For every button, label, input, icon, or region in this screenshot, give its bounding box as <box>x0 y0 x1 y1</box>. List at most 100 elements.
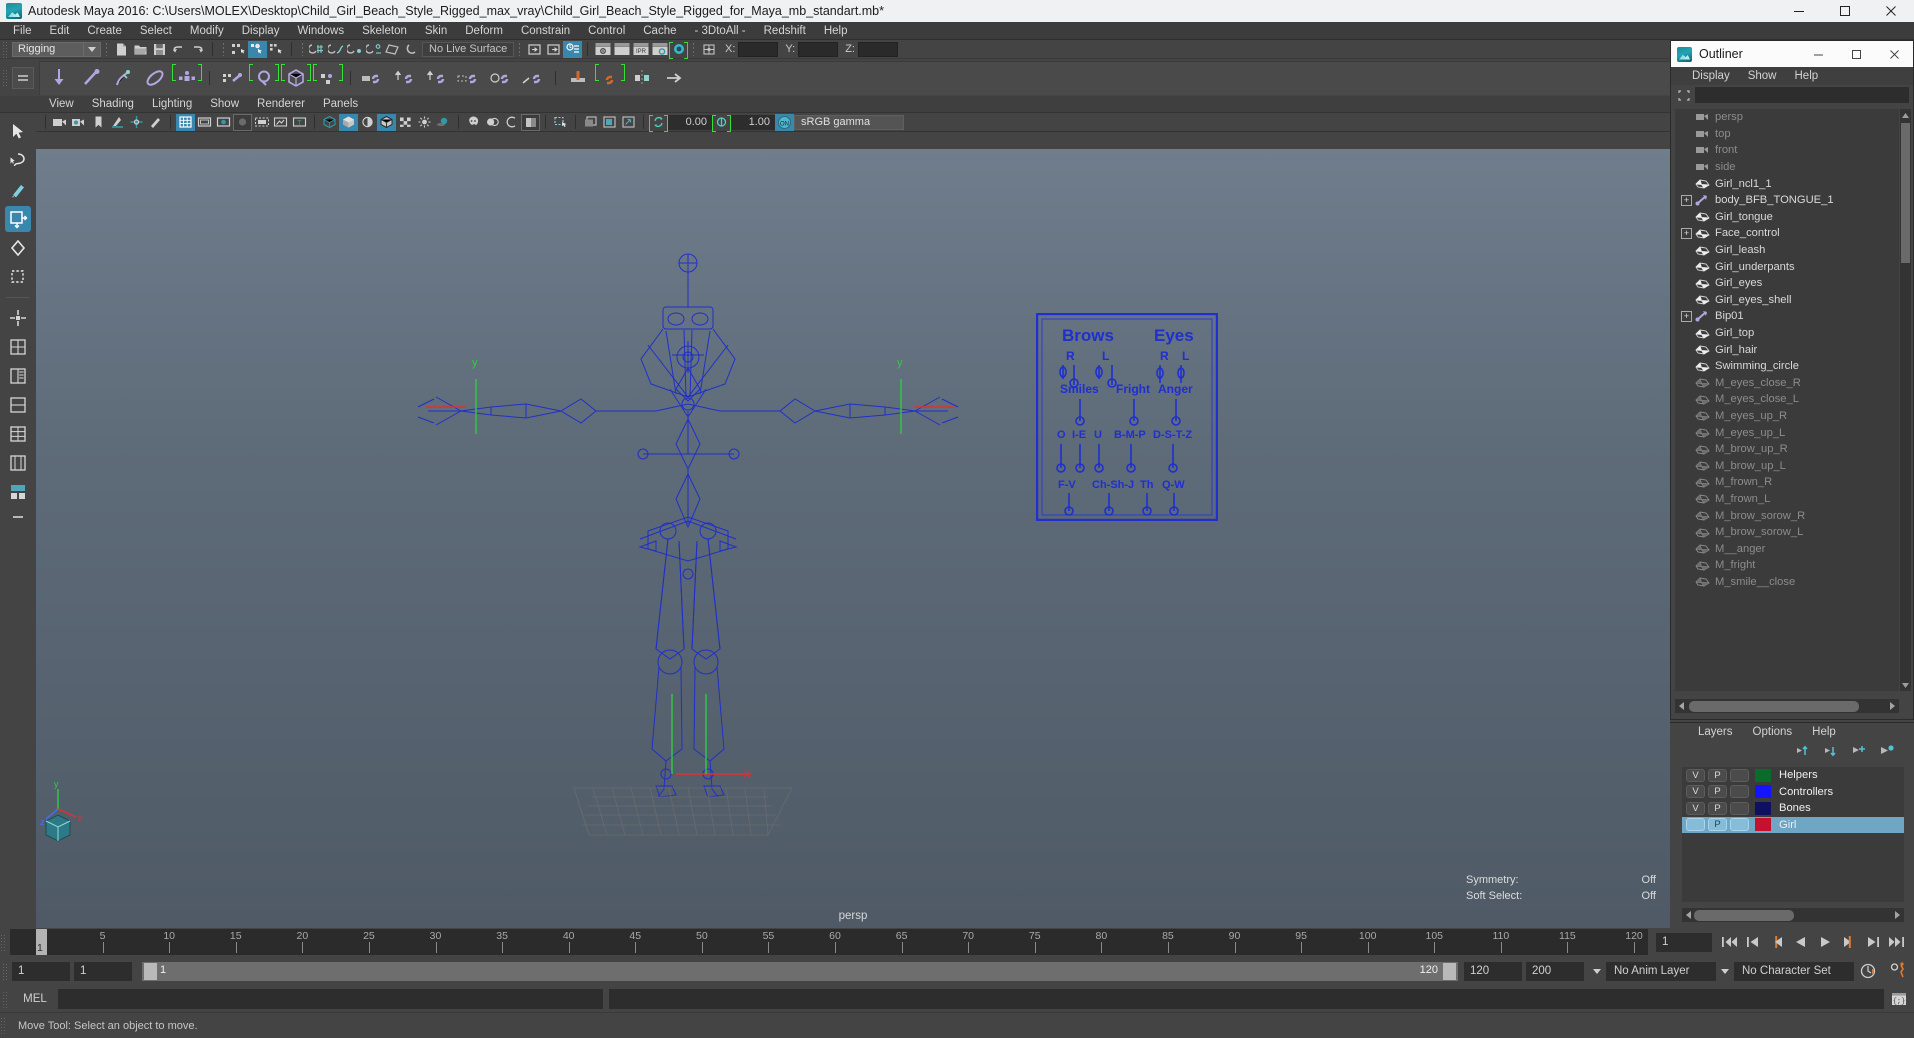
color-management-select[interactable]: sRGB gamma <box>794 114 904 130</box>
shelf-grip[interactable] <box>2 69 9 86</box>
move-layer-up-icon[interactable] <box>1794 743 1812 759</box>
character-set-caret-icon[interactable] <box>1716 962 1734 981</box>
layer-color-swatch[interactable] <box>1755 785 1771 799</box>
command-language-label[interactable]: MEL <box>12 993 58 1005</box>
paint-select-tool-icon[interactable] <box>5 177 31 203</box>
outliner-menu-show[interactable]: Show <box>1739 70 1786 82</box>
display-text-icon[interactable]: T <box>290 114 309 131</box>
connect-joint-icon[interactable] <box>595 63 625 93</box>
layer-hscroll-thumb[interactable] <box>1694 909 1794 921</box>
anim-layer-select[interactable]: No Anim Layer <box>1606 961 1716 981</box>
select-objects-marquee-icon[interactable] <box>551 114 570 131</box>
outliner-menu-display[interactable]: Display <box>1683 70 1739 82</box>
anim-layer-caret-icon[interactable] <box>1588 962 1606 981</box>
gamma-reset-icon[interactable] <box>712 114 731 132</box>
snap-to-curve-icon[interactable] <box>327 41 346 58</box>
layer-playback-toggle[interactable]: P <box>1708 801 1727 815</box>
menu-display[interactable]: Display <box>233 22 289 40</box>
scroll-left-icon[interactable] <box>1676 700 1688 712</box>
vp-menu-renderer[interactable]: Renderer <box>248 96 314 113</box>
layer-visibility-toggle[interactable]: V <box>1686 785 1705 799</box>
menu-edit[interactable]: Edit <box>41 22 79 40</box>
toggle-occlusion-icon[interactable] <box>502 114 521 131</box>
last-tool-used-icon[interactable] <box>5 305 31 331</box>
expand-toggle-icon[interactable]: + <box>1681 310 1692 322</box>
layer-visibility-toggle[interactable]: V <box>1686 801 1705 815</box>
status-bar-grip[interactable] <box>0 1017 7 1034</box>
layer-playback-toggle[interactable]: P <box>1708 785 1727 799</box>
outliner-vertical-scrollbar[interactable] <box>1900 109 1911 691</box>
full-body-ik-icon[interactable] <box>172 63 202 93</box>
orient-constraint-icon[interactable] <box>422 63 452 93</box>
camera-attributes-icon[interactable] <box>70 114 89 131</box>
select-tool-icon[interactable] <box>5 119 31 145</box>
outliner-item-girl_underpants[interactable]: Girl_underpants <box>1675 258 1899 275</box>
show-tool-settings-icon[interactable] <box>544 41 563 58</box>
film-gate-display-icon[interactable] <box>252 114 271 131</box>
menu-help[interactable]: Help <box>815 22 857 40</box>
layer-row-controllers[interactable]: V P Controllers <box>1682 784 1904 801</box>
vp-menu-show[interactable]: Show <box>201 96 248 113</box>
outliner-tree[interactable]: persp top front side Girl_ncl1_1 + body_BFB_TO… <box>1675 109 1899 691</box>
show-grid-icon[interactable] <box>176 113 195 131</box>
maximize-icon[interactable] <box>1822 0 1868 22</box>
lasso-tool-icon[interactable] <box>5 148 31 174</box>
outliner-item-girl_eyes[interactable]: Girl_eyes <box>1675 275 1899 292</box>
menu-cache[interactable]: Cache <box>634 22 685 40</box>
lattice-deformer-icon[interactable] <box>281 63 311 93</box>
scroll-up-icon[interactable] <box>1900 109 1911 121</box>
outliner-hscroll-thumb[interactable] <box>1689 700 1859 712</box>
time-slider-grip[interactable] <box>0 933 7 951</box>
maximize-pane-icon[interactable] <box>619 114 638 131</box>
outliner-item-girl_leash[interactable]: Girl_leash <box>1675 242 1899 259</box>
outliner-item-m_smile__close[interactable]: M_smile__close <box>1675 574 1899 591</box>
input-output-connections-icon[interactable] <box>699 41 718 58</box>
move-tool-icon[interactable] <box>5 206 31 232</box>
layer-row-bones[interactable]: V P Bones <box>1682 800 1904 817</box>
create-joint-icon[interactable] <box>44 63 74 93</box>
layer-type-toggle[interactable] <box>1730 818 1749 832</box>
layout-persp-outliner-icon[interactable] <box>5 363 31 389</box>
scale-constraint-icon[interactable] <box>454 63 484 93</box>
outliner-item-front[interactable]: front <box>1675 142 1899 159</box>
cluster-deformer-icon[interactable] <box>313 63 343 93</box>
menu-redshift[interactable]: Redshift <box>755 22 815 40</box>
outliner-item-girl_tongue[interactable]: Girl_tongue <box>1675 209 1899 226</box>
step-forward-frame-icon[interactable] <box>1862 932 1884 952</box>
outliner-item-m_eyes_close_r[interactable]: M_eyes_close_R <box>1675 375 1899 392</box>
single-pane-layout-icon[interactable] <box>581 114 600 131</box>
wireframe-shading-icon[interactable] <box>320 114 339 131</box>
play-forwards-icon[interactable] <box>1814 932 1836 952</box>
paint-skin-weights-icon[interactable] <box>249 63 279 93</box>
snap-to-grid-icon[interactable] <box>308 41 327 58</box>
shelf-menu-icon[interactable] <box>12 66 34 89</box>
outliner-item-m_fright[interactable]: M_fright <box>1675 557 1899 574</box>
layout-multi-pane-icon[interactable] <box>5 450 31 476</box>
step-forward-key-icon[interactable] <box>1838 932 1860 952</box>
menu-select[interactable]: Select <box>131 22 181 40</box>
layout-more-icon[interactable] <box>5 508 31 526</box>
outliner-close-icon[interactable] <box>1875 41 1913 67</box>
expand-toggle-icon[interactable]: + <box>1681 194 1692 206</box>
animation-preferences-icon[interactable] <box>1888 961 1910 981</box>
toggle-lighting-icon[interactable] <box>483 114 502 131</box>
current-frame-field[interactable]: 1 <box>1656 932 1712 952</box>
move-layer-down-icon[interactable] <box>1822 743 1840 759</box>
snap-to-view-plane-icon[interactable] <box>384 41 403 58</box>
layer-row-girl[interactable]: P Girl <box>1682 816 1904 833</box>
step-back-key-icon[interactable] <box>1766 932 1788 952</box>
undo-icon[interactable] <box>169 41 188 58</box>
outliner-item-girl_hair[interactable]: Girl_hair <box>1675 341 1899 358</box>
menu-set-dropdown[interactable] <box>84 41 101 57</box>
step-back-frame-icon[interactable] <box>1742 932 1764 952</box>
layer-list[interactable]: V P Helpers V P Controllers V P Bones P Girl <box>1682 767 1904 902</box>
vp-menu-shading[interactable]: Shading <box>83 96 143 113</box>
time-slider-track[interactable]: 1 5 10 15 20 25 30 35 40 45 50 55 60 65 70 75 80 85 90 95 1… <box>10 929 1648 955</box>
play-backwards-icon[interactable] <box>1790 932 1812 952</box>
auto-keyframe-toggle-icon[interactable] <box>1858 961 1880 981</box>
create-ik-spline-icon[interactable] <box>108 63 138 93</box>
outliner-item-swimming_circle[interactable]: Swimming_circle <box>1675 358 1899 375</box>
menu-deform[interactable]: Deform <box>456 22 512 40</box>
outliner-scroll-thumb[interactable] <box>1901 123 1910 263</box>
render-settings-icon[interactable] <box>650 41 669 58</box>
